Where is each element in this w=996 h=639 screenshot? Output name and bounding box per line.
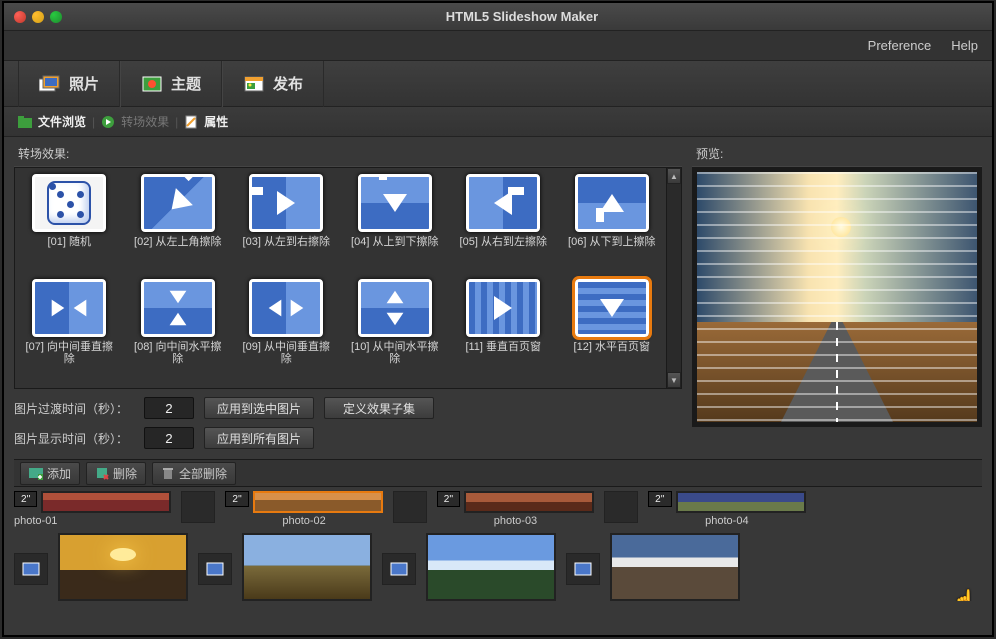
menu-help[interactable]: Help [951,38,978,53]
add-button[interactable]: 添加 [20,462,80,485]
preview-title: 预览: [692,143,982,167]
effects-panel: 转场效果: [01] 随机 [02] 从左上角擦除 [03] 从左到右擦除 [0… [14,143,682,449]
transition-thumb[interactable] [604,491,638,523]
app-window: HTML5 Slideshow Maker Preference Help 照片… [2,1,994,637]
thumb-photo-02[interactable]: 2'' photo-02 [225,491,382,527]
effect-11-vertical-blinds[interactable]: [11] 垂直百页窗 [449,279,558,384]
effect-03-wipe-ltr[interactable]: [03] 从左到右擦除 [232,174,341,279]
theme-icon [141,75,163,93]
preview-panel: 预览: [692,143,982,449]
publish-icon [243,75,265,93]
tab-theme[interactable]: 主题 [120,61,222,107]
window-title: HTML5 Slideshow Maker [62,9,982,24]
transition-thumb[interactable] [198,553,232,585]
thumb-name: photo-01 [14,515,57,527]
effect-08-wipe-hcenter-in[interactable]: [08] 向中间水平擦除 [124,279,233,384]
thumb-name: photo-02 [282,515,325,527]
duration-badge: 2'' [14,491,37,507]
effect-06-wipe-btt[interactable]: [06] 从下到上擦除 [558,174,667,279]
thumb-row2-4[interactable] [610,533,740,601]
tab-photo[interactable]: 照片 [18,61,120,107]
cursor-icon: ☝ [952,588,977,601]
effect-12-horizontal-blinds[interactable]: [12] 水平百页窗 [558,279,667,384]
define-subset-button[interactable]: 定义效果子集 [324,397,434,419]
scroll-up-button[interactable]: ▲ [667,168,681,184]
thumb-photo-03[interactable]: 2'' photo-03 [437,491,594,527]
tab-photo-label: 照片 [69,73,99,94]
effects-scrollbar[interactable]: ▲ ▼ [666,168,681,388]
trans-time-label: 图片过渡时间（秒）： [14,400,134,417]
effect-04-wipe-ttb[interactable]: [04] 从上到下擦除 [341,174,450,279]
subtab-file-browse[interactable]: 文件浏览 [38,113,86,130]
close-window-button[interactable] [14,11,26,23]
add-icon [29,466,43,480]
main-tabs: 照片 主题 发布 [4,61,992,107]
effect-07-wipe-vcenter-in[interactable]: [07] 向中间垂直擦除 [15,279,124,384]
effect-05-wipe-rtl[interactable]: [05] 从右到左擦除 [449,174,558,279]
duration-badge: 2'' [225,491,248,507]
thumb-photo-01[interactable]: 2'' photo-01 [14,491,171,527]
thumb-row2-3[interactable] [426,533,556,601]
transition-thumb[interactable] [393,491,427,523]
sub-tabs: 文件浏览 | 转场效果 | 属性 [4,107,992,137]
file-browse-icon [18,115,32,129]
duration-badge: 2'' [648,491,671,507]
show-time-input[interactable] [144,427,194,449]
traffic-lights [14,11,62,23]
menu-preference[interactable]: Preference [868,38,932,53]
add-label: 添加 [47,465,71,482]
thumb-photo-04[interactable]: 2'' photo-04 [648,491,805,527]
preview-box [692,167,982,427]
photo-icon [39,75,61,93]
zoom-window-button[interactable] [50,11,62,23]
strip-row-1: 2'' photo-01 2'' photo-02 2'' photo- [14,491,982,527]
preview-image [697,172,977,422]
delete-all-button[interactable]: 全部删除 [152,462,236,485]
subtab-properties[interactable]: 属性 [204,113,228,130]
titlebar: HTML5 Slideshow Maker [4,3,992,31]
scroll-down-button[interactable]: ▼ [667,372,681,388]
tab-publish-label: 发布 [273,73,303,94]
transition-thumb[interactable] [382,553,416,585]
effects-grid: [01] 随机 [02] 从左上角擦除 [03] 从左到右擦除 [04] 从上到… [15,168,666,388]
delete-all-icon [161,466,175,480]
transition-thumb[interactable] [181,491,215,523]
tab-theme-label: 主题 [171,73,201,94]
delete-icon [95,466,109,480]
effect-01-random[interactable]: [01] 随机 [15,174,124,279]
strip-row-2 [14,533,982,601]
delete-all-label: 全部删除 [179,465,227,482]
tab-publish[interactable]: 发布 [222,61,324,107]
effect-02-wipe-topleft[interactable]: [02] 从左上角擦除 [124,174,233,279]
transition-icon [101,115,115,129]
thumb-row2-2[interactable] [242,533,372,601]
effects-title: 转场效果: [14,143,682,167]
subtab-transition[interactable]: 转场效果 [121,113,169,130]
transition-thumb[interactable] [566,553,600,585]
thumb-row2-1[interactable] [58,533,188,601]
menubar: Preference Help [4,31,992,61]
duration-badge: 2'' [437,491,460,507]
thumb-name: photo-03 [494,515,537,527]
scroll-track[interactable] [667,184,681,372]
transition-thumb[interactable] [14,553,48,585]
bottom-toolbar: 添加 删除 全部删除 [14,459,982,487]
thumb-name: photo-04 [705,515,748,527]
effect-09-wipe-vcenter-out[interactable]: [09] 从中间垂直擦除 [232,279,341,384]
timeline-strip: 2'' photo-01 2'' photo-02 2'' photo- [4,487,992,601]
trans-time-input[interactable] [144,397,194,419]
delete-label: 删除 [113,465,137,482]
minimize-window-button[interactable] [32,11,44,23]
show-time-label: 图片显示时间（秒）： [14,430,134,447]
apply-all-button[interactable]: 应用到所有图片 [204,427,314,449]
apply-selected-button[interactable]: 应用到选中图片 [204,397,314,419]
properties-icon [184,115,198,129]
effect-10-wipe-hcenter-out[interactable]: [10] 从中间水平擦除 [341,279,450,384]
delete-button[interactable]: 删除 [86,462,146,485]
